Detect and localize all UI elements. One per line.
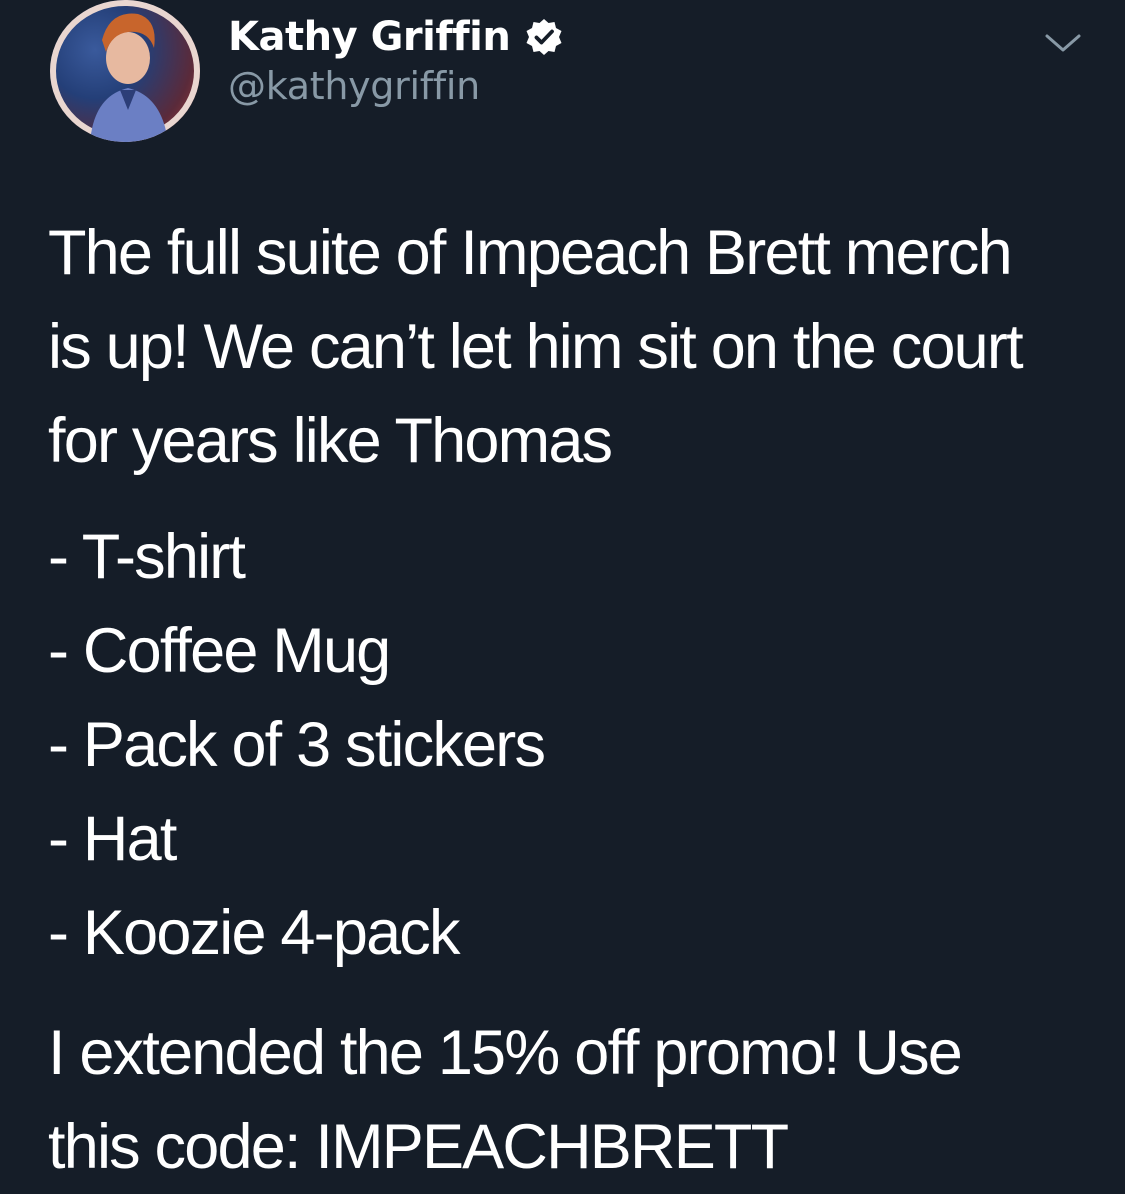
author-name-row: Kathy Griffin — [228, 12, 564, 62]
tweet-text-line: The full suite of Impeach Brett merch — [48, 218, 1013, 288]
tweet-intro: The full suite of Impeach Brett merch is… — [48, 206, 1088, 488]
tweet-text-line: I extended the 15% off promo! Use — [48, 1018, 963, 1088]
chevron-down-icon[interactable] — [1044, 28, 1082, 58]
tweet-text-line: for years like Thomas — [48, 406, 613, 476]
author-handle[interactable]: @kathygriffin — [228, 64, 480, 108]
tweet-text-line: this code: IMPEACHBRETT — [48, 1112, 789, 1182]
promo-text: I extended the 15% off promo! Use this c… — [48, 1006, 1088, 1194]
list-item: - Koozie 4-pack — [48, 898, 461, 968]
list-item: - Coffee Mug — [48, 616, 391, 686]
profile-photo-icon — [90, 13, 168, 142]
list-item: - Hat — [48, 804, 177, 874]
list-item: - T-shirt — [48, 522, 246, 592]
tweet: Kathy Griffin @kathygriffin The full sui… — [0, 0, 1125, 1182]
avatar[interactable] — [50, 0, 200, 142]
author-display-name[interactable]: Kathy Griffin — [228, 14, 511, 60]
tweet-text-line: is up! We can’t let him sit on the court — [48, 312, 1024, 382]
verified-badge-icon — [526, 19, 562, 55]
merch-list: - T-shirt - Coffee Mug - Pack of 3 stick… — [48, 510, 1088, 980]
list-item: - Pack of 3 stickers — [48, 710, 546, 780]
